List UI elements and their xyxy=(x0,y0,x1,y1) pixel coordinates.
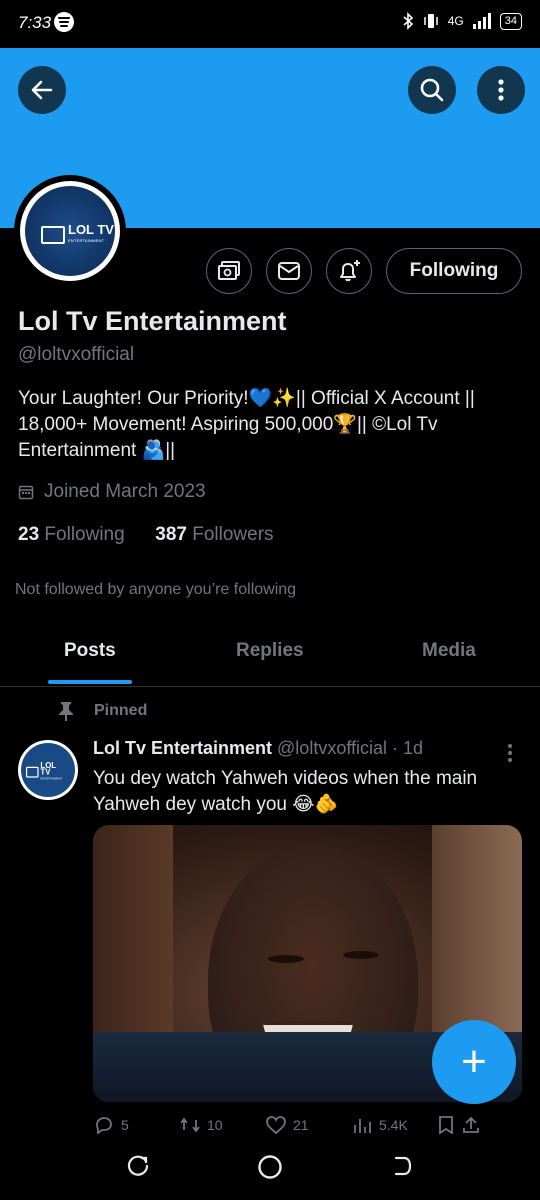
loltv-logo: LOL TV ENTERTAINMENT xyxy=(41,222,114,246)
repost-action[interactable]: 10 xyxy=(179,1116,265,1134)
tab-posts[interactable]: Posts xyxy=(64,640,116,662)
repost-icon xyxy=(180,1117,200,1133)
profile-tabs: Posts Replies Media xyxy=(0,630,540,687)
tab-media[interactable]: Media xyxy=(422,640,476,662)
plus-icon: + xyxy=(461,1037,487,1086)
recent-apps-button[interactable] xyxy=(126,1154,150,1183)
post-actions: 5 10 21 5.4K xyxy=(93,1116,523,1134)
not-followed-note: Not followed by anyone you’re following xyxy=(15,581,297,598)
mail-icon xyxy=(278,262,300,280)
avatar-image: LOL TV ENTERTAINMENT xyxy=(25,186,115,276)
image-eye-right xyxy=(343,951,379,959)
share-icon xyxy=(463,1116,479,1133)
spotify-icon xyxy=(54,12,74,32)
battery-indicator: 34 xyxy=(499,12,522,30)
network-label: 4G xyxy=(447,14,464,28)
pin-icon xyxy=(59,702,73,721)
notifications-button[interactable] xyxy=(326,248,372,294)
active-tab-indicator xyxy=(48,680,132,684)
reply-action[interactable]: 5 xyxy=(93,1116,179,1134)
compose-button[interactable]: + xyxy=(432,1020,516,1104)
image-eye-left xyxy=(268,955,304,963)
profile-handle: @loltvxofficial xyxy=(18,344,135,365)
message-button[interactable] xyxy=(266,248,312,294)
recent-apps-icon xyxy=(127,1155,149,1176)
bookmark-share-actions[interactable] xyxy=(437,1116,523,1134)
back-button[interactable] xyxy=(18,66,66,114)
calendar-icon xyxy=(18,485,34,500)
back-nav-button[interactable] xyxy=(390,1154,414,1183)
bluetooth-icon xyxy=(403,12,413,30)
arrow-left-icon xyxy=(31,80,53,100)
post-author-avatar[interactable]: LOL TV ENTERTAINMENT xyxy=(18,740,78,800)
post-time: 1d xyxy=(403,738,424,758)
following-button[interactable]: Following xyxy=(386,248,522,294)
post-text: You dey watch Yahweh videos when the mai… xyxy=(93,768,478,815)
search-button[interactable] xyxy=(408,66,456,114)
profile-name: Lol Tv Entertainment xyxy=(18,306,287,336)
home-icon xyxy=(258,1155,282,1179)
tv-logo-icon xyxy=(26,766,39,778)
joined-text: Joined March 2023 xyxy=(44,481,206,502)
status-time: 7:33 xyxy=(18,13,52,32)
profile-bio: Your Laughter! Our Priority!💙✨|| Officia… xyxy=(18,388,475,461)
more-vertical-icon xyxy=(498,79,504,101)
more-options-button[interactable] xyxy=(477,66,525,114)
views-action[interactable]: 5.4K xyxy=(351,1116,437,1134)
subscriptions-button[interactable] xyxy=(206,248,252,294)
post-header: Lol Tv Entertainment @loltvxofficial · 1… xyxy=(93,738,423,759)
vibrate-icon xyxy=(423,14,438,28)
pinned-text: Pinned xyxy=(94,702,148,719)
bookmark-icon xyxy=(439,1116,453,1134)
tv-logo-icon xyxy=(41,226,65,244)
avatar-ring: LOL TV ENTERTAINMENT xyxy=(20,181,120,281)
follow-stats: 23 Following 387 Followers xyxy=(18,524,274,546)
like-action[interactable]: 21 xyxy=(265,1116,351,1134)
views-icon xyxy=(354,1119,371,1133)
system-nav-bar xyxy=(0,1134,540,1200)
logo-text: LOL TV ENTERTAINMENT xyxy=(40,760,63,780)
profile-avatar[interactable]: LOL TV ENTERTAINMENT xyxy=(14,175,126,287)
media-icon xyxy=(218,261,240,280)
status-bar: 7:33 4G 34 xyxy=(0,0,540,48)
post-more-button[interactable] xyxy=(502,742,518,764)
status-icons: 4G 34 xyxy=(402,12,522,30)
logo-text: LOL TV ENTERTAINMENT xyxy=(68,222,114,243)
home-button[interactable] xyxy=(257,1154,283,1185)
back-nav-icon xyxy=(394,1156,412,1176)
more-vertical-icon xyxy=(508,744,512,762)
joined-date: Joined March 2023 xyxy=(18,481,206,503)
tab-replies[interactable]: Replies xyxy=(236,640,304,662)
post-avatar-logo: LOL TV ENTERTAINMENT xyxy=(26,760,64,782)
search-icon xyxy=(420,78,444,102)
bell-plus-icon xyxy=(340,260,360,282)
post-separator: · xyxy=(392,738,399,758)
post-author-handle[interactable]: @loltvxofficial xyxy=(277,738,387,758)
following-stat[interactable]: 23 Following xyxy=(18,524,125,545)
pinned-label: Pinned xyxy=(56,700,147,722)
signal-icon xyxy=(472,13,491,29)
like-icon xyxy=(266,1116,286,1134)
post-author-name[interactable]: Lol Tv Entertainment xyxy=(93,738,272,758)
reply-icon xyxy=(96,1117,112,1134)
followers-stat[interactable]: 387 Followers xyxy=(155,524,273,545)
